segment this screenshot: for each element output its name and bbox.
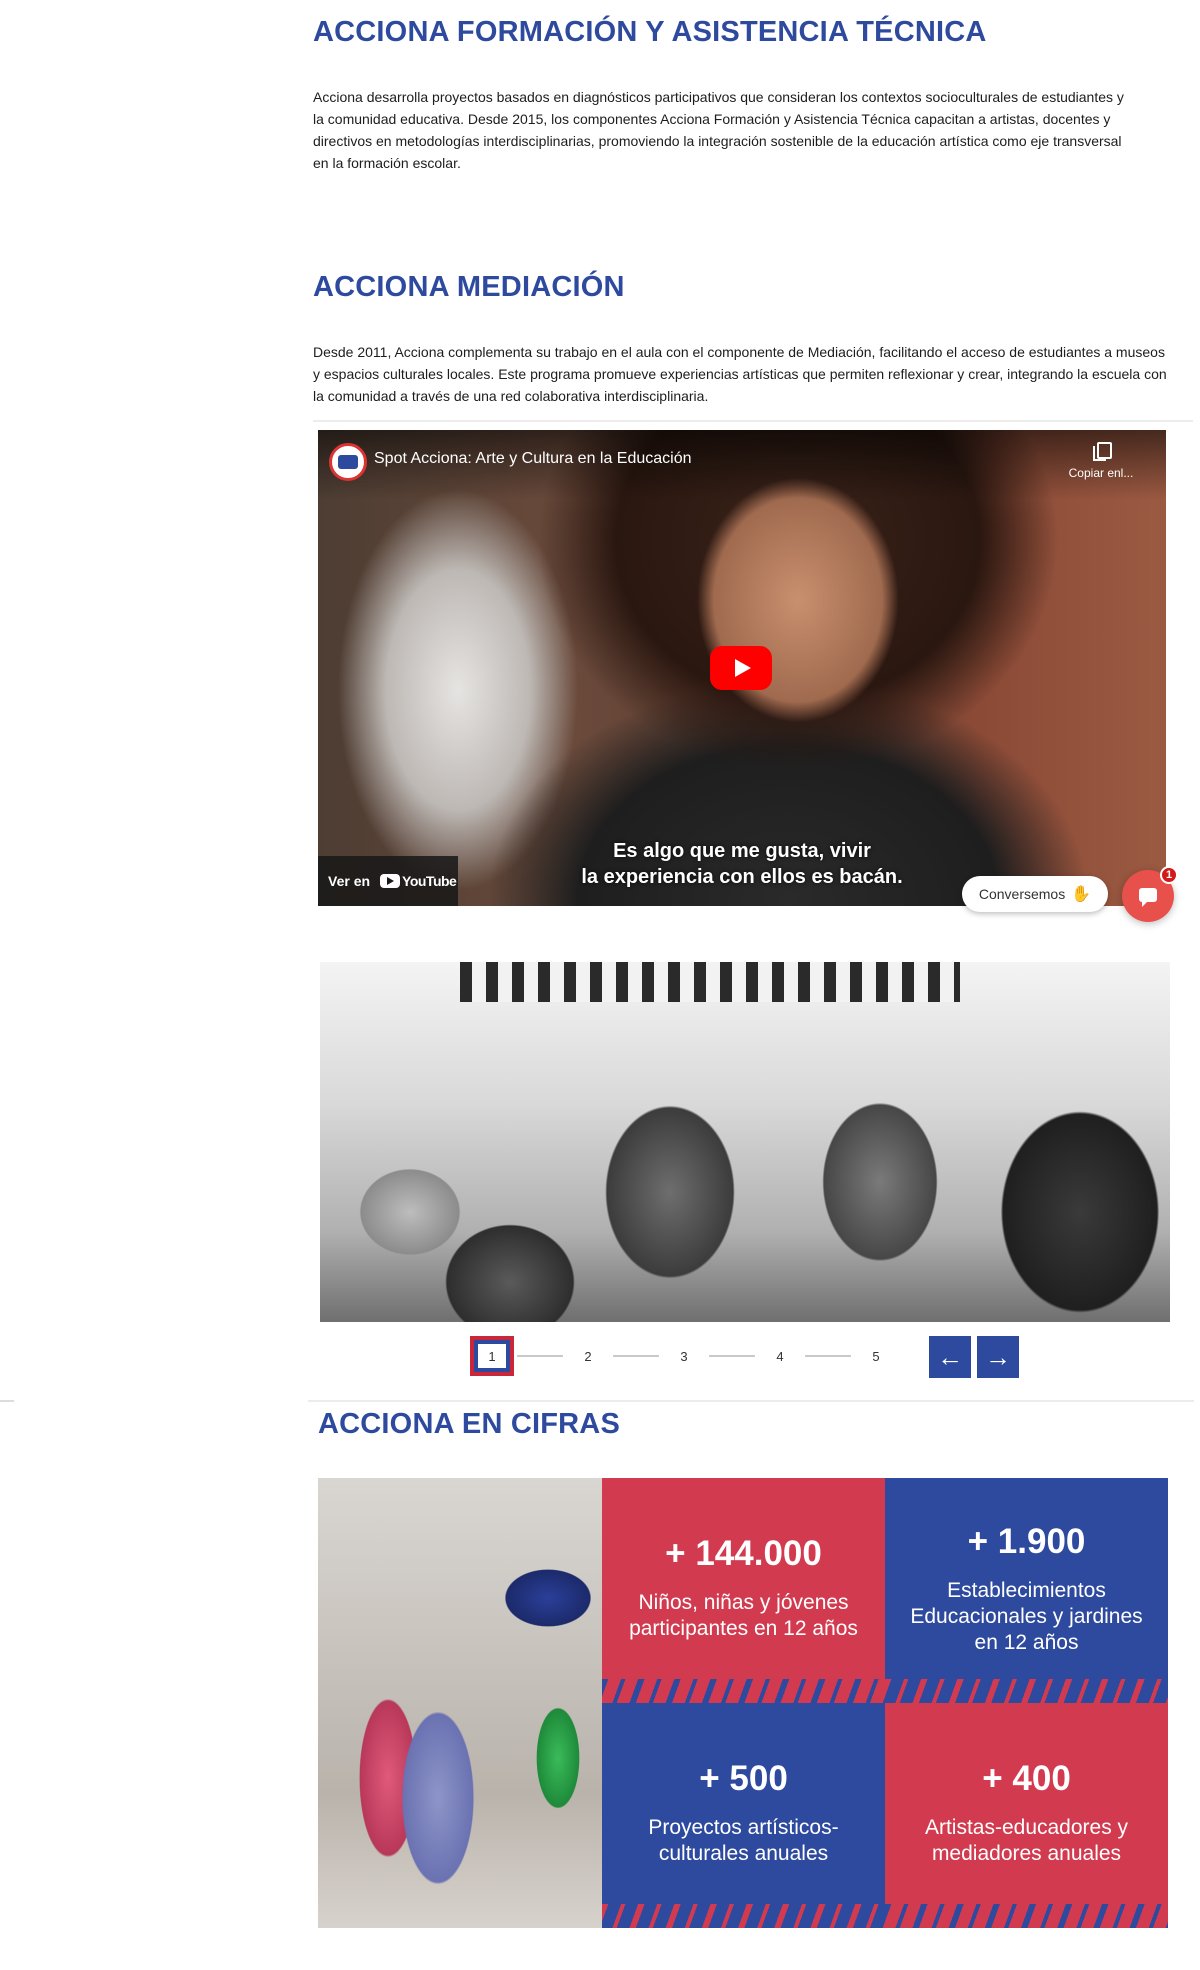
watch-on-label: Ver en	[328, 873, 371, 889]
arrow-right-icon: →	[985, 1341, 1011, 1372]
decorative-pattern	[602, 1904, 885, 1928]
watch-on-youtube-button[interactable]: Ver en YouTube	[318, 856, 458, 906]
channel-logo[interactable]	[329, 443, 367, 481]
stat-card-projects: + 500 Proyectos artísticos-culturales an…	[602, 1703, 885, 1928]
gallery-slide	[320, 962, 1170, 1322]
mediacion-text: Desde 2011, Acciona complementa su traba…	[313, 344, 1167, 404]
youtube-icon	[380, 874, 401, 888]
formacion-text: Acciona desarrolla proyectos basados en …	[313, 89, 1124, 171]
decorative-pattern	[885, 1679, 1168, 1703]
slider-prev-button[interactable]: ←	[929, 1336, 971, 1378]
slider-next-button[interactable]: →	[977, 1336, 1019, 1378]
stat-value: + 1.900	[967, 1522, 1086, 1561]
page-separator	[709, 1355, 755, 1357]
stat-label: Establecimientos Educacionales y jardine…	[910, 1579, 1143, 1654]
chat-prompt-label: Conversemos	[978, 886, 1066, 902]
copy-link-button[interactable]: Copiar enl...	[1056, 442, 1146, 480]
slide-photo	[320, 962, 1170, 1322]
page-3-button[interactable]: 3	[662, 1336, 706, 1376]
paintbrushes-photo	[318, 1478, 602, 1928]
stat-label: Proyectos artísticos-culturales anuales	[648, 1816, 839, 1865]
stat-card-schools: + 1.900 Establecimientos Educacionales y…	[885, 1478, 1168, 1703]
waving-hand-icon: ✋	[1071, 886, 1092, 903]
chat-notification-badge: 1	[1160, 866, 1178, 884]
page-5-button[interactable]: 5	[854, 1336, 898, 1376]
page-2-button[interactable]: 2	[566, 1336, 610, 1376]
page-separator	[517, 1355, 563, 1357]
page-1-button[interactable]: 1	[470, 1336, 514, 1376]
stat-label: Niños, niñas y jóvenes participantes en …	[629, 1591, 858, 1640]
chat-prompt-bubble[interactable]: Conversemos ✋	[962, 876, 1108, 912]
stat-value: + 400	[982, 1759, 1071, 1798]
cifras-title: ACCIONA EN CIFRAS	[318, 1408, 620, 1440]
mediacion-title: ACCIONA MEDIACIÓN	[313, 271, 625, 303]
decorative-pattern	[885, 1904, 1168, 1928]
play-button[interactable]	[710, 646, 772, 690]
youtube-video-embed[interactable]: Spot Acciona: Arte y Cultura en la Educa…	[318, 430, 1166, 906]
chat-button[interactable]: 1	[1122, 866, 1178, 922]
stat-label: Artistas-educadores y mediadores anuales	[924, 1816, 1129, 1865]
stat-card-artists: + 400 Artistas-educadores y mediadores a…	[885, 1703, 1168, 1928]
chat-icon	[1139, 888, 1157, 907]
slider-pagination: 1 2 3 4 5	[470, 1336, 898, 1376]
copy-icon	[1093, 442, 1112, 461]
formacion-title: ACCIONA FORMACIÓN Y ASISTENCIA TÉCNICA	[313, 16, 987, 48]
divider	[313, 420, 1193, 422]
copy-link-label: Copiar enl...	[1068, 466, 1134, 480]
decorative-pattern	[602, 1679, 885, 1703]
stat-value: + 500	[699, 1759, 788, 1798]
stat-card-participants: + 144.000 Niños, niñas y jóvenes partici…	[602, 1478, 885, 1703]
page-separator	[805, 1355, 851, 1357]
video-title[interactable]: Spot Acciona: Arte y Cultura en la Educa…	[374, 450, 692, 468]
arrow-left-icon: ←	[937, 1341, 963, 1372]
youtube-logo: YouTube	[380, 873, 457, 889]
stat-value: + 144.000	[665, 1534, 822, 1573]
divider	[308, 1400, 1194, 1402]
page-separator	[613, 1355, 659, 1357]
divider	[0, 1400, 14, 1402]
page-4-button[interactable]: 4	[758, 1336, 802, 1376]
youtube-wordmark: YouTube	[402, 873, 457, 889]
